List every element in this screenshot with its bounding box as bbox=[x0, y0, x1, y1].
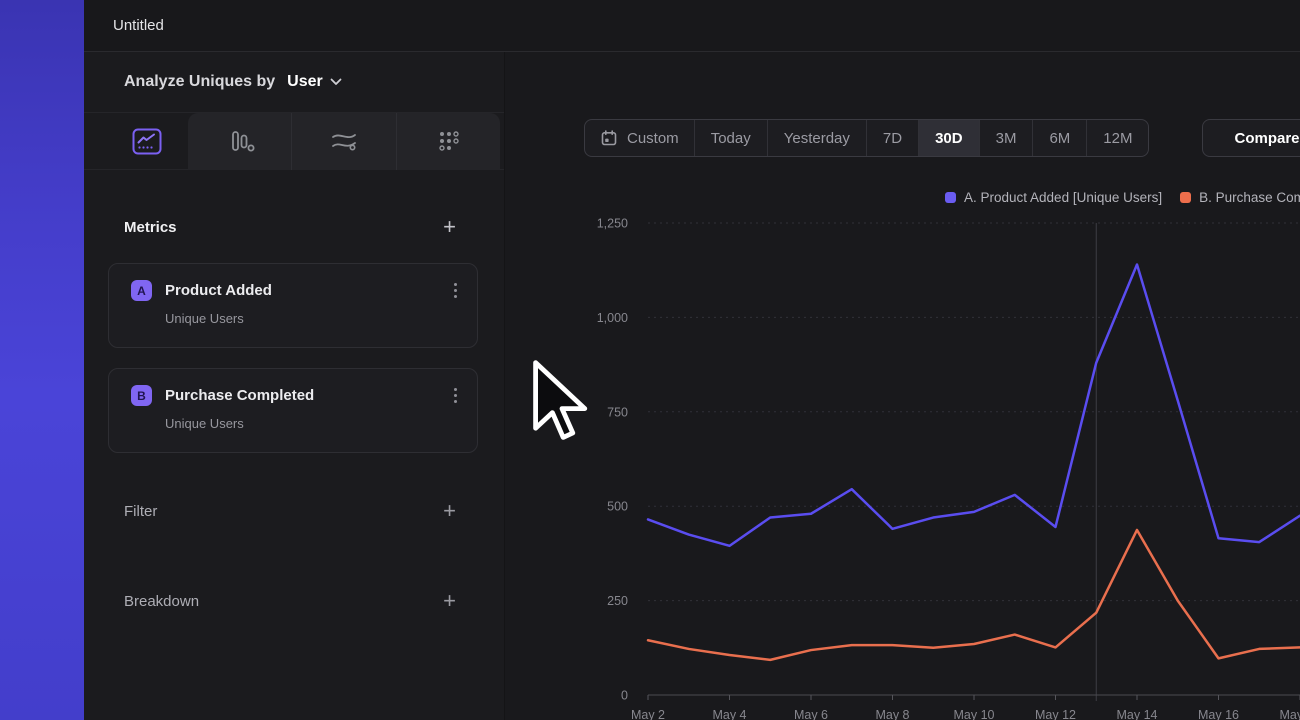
kebab-menu-icon[interactable] bbox=[452, 384, 459, 407]
add-metric-button[interactable]: + bbox=[443, 216, 456, 238]
range-12m[interactable]: 12M bbox=[1086, 120, 1148, 156]
document-title[interactable]: Untitled bbox=[113, 17, 164, 34]
metric-card[interactable]: B Purchase Completed Unique Users bbox=[108, 368, 478, 453]
svg-text:May 16: May 16 bbox=[1198, 708, 1239, 720]
metrics-label: Metrics bbox=[124, 219, 177, 236]
svg-text:May 14: May 14 bbox=[1117, 708, 1158, 720]
svg-text:May 10: May 10 bbox=[954, 708, 995, 720]
tab-flows[interactable] bbox=[291, 113, 395, 170]
svg-text:250: 250 bbox=[607, 594, 628, 608]
range-30d[interactable]: 30D bbox=[918, 120, 979, 156]
calendar-icon bbox=[600, 129, 618, 147]
chart-plot[interactable]: 0 250 500 750 1,000 1,250 May 2 May 4 May 6 May 8… bbox=[505, 170, 1300, 720]
tab-retention[interactable] bbox=[396, 113, 500, 170]
date-range-segmented-control: Custom Today Yesterday 7D 30D 3M 6M 12M bbox=[584, 119, 1149, 157]
breakdown-header: Breakdown + bbox=[84, 586, 504, 616]
range-yesterday[interactable]: Yesterday bbox=[767, 120, 866, 156]
left-gradient-strip bbox=[0, 0, 84, 720]
svg-text:May 6: May 6 bbox=[794, 708, 828, 720]
svg-text:1,000: 1,000 bbox=[597, 311, 628, 325]
tab-strip bbox=[188, 113, 500, 170]
svg-text:May 8: May 8 bbox=[875, 708, 909, 720]
metric-badge: B bbox=[131, 385, 152, 406]
svg-text:1,250: 1,250 bbox=[597, 217, 628, 231]
dots-grid-icon bbox=[433, 128, 463, 155]
range-custom[interactable]: Custom bbox=[585, 120, 694, 156]
metric-title: Product Added bbox=[165, 282, 272, 299]
add-filter-button[interactable]: + bbox=[443, 500, 456, 522]
metrics-header: Metrics + bbox=[84, 212, 504, 242]
kebab-menu-icon[interactable] bbox=[452, 279, 459, 302]
analyze-entity-value: User bbox=[287, 73, 323, 91]
filter-label: Filter bbox=[124, 503, 157, 520]
app-window: Untitled Analyze Uniques by User bbox=[0, 0, 1300, 720]
topbar: Untitled bbox=[84, 0, 1300, 52]
svg-text:May 18: May 18 bbox=[1280, 708, 1300, 720]
breakdown-label: Breakdown bbox=[124, 593, 199, 610]
range-label: 6M bbox=[1049, 130, 1070, 147]
svg-text:750: 750 bbox=[607, 405, 628, 419]
range-label: 30D bbox=[935, 130, 963, 147]
metric-card[interactable]: A Product Added Unique Users bbox=[108, 263, 478, 348]
svg-text:May 4: May 4 bbox=[712, 708, 746, 720]
range-3m[interactable]: 3M bbox=[979, 120, 1033, 156]
filter-header: Filter + bbox=[84, 496, 504, 526]
chevron-down-icon bbox=[330, 78, 342, 86]
range-label: 12M bbox=[1103, 130, 1132, 147]
range-label: 7D bbox=[883, 130, 902, 147]
flows-icon bbox=[329, 128, 359, 155]
analyze-row: Analyze Uniques by User bbox=[84, 52, 504, 113]
line-chart-icon bbox=[132, 128, 162, 155]
range-6m[interactable]: 6M bbox=[1032, 120, 1086, 156]
bar-chart-icon bbox=[225, 128, 255, 155]
analyze-entity-dropdown[interactable]: User bbox=[287, 73, 342, 91]
range-today[interactable]: Today bbox=[694, 120, 767, 156]
metric-badge: A bbox=[131, 280, 152, 301]
analyze-label: Analyze Uniques by bbox=[124, 73, 275, 91]
range-label: Custom bbox=[627, 130, 679, 147]
chart-type-tabs bbox=[84, 113, 504, 170]
metric-title: Purchase Completed bbox=[165, 387, 314, 404]
tab-bar-chart[interactable] bbox=[188, 113, 291, 170]
metric-subtitle: Unique Users bbox=[165, 311, 459, 326]
range-7d[interactable]: 7D bbox=[866, 120, 918, 156]
range-label: Today bbox=[711, 130, 751, 147]
range-label: Yesterday bbox=[784, 130, 850, 147]
svg-text:May 12: May 12 bbox=[1035, 708, 1076, 720]
svg-text:0: 0 bbox=[621, 689, 628, 703]
svg-text:500: 500 bbox=[607, 500, 628, 514]
sidebar: Analyze Uniques by User bbox=[84, 52, 505, 720]
svg-text:May 2: May 2 bbox=[631, 708, 665, 720]
compare-button[interactable]: Compare bbox=[1202, 119, 1300, 157]
tab-line-chart[interactable] bbox=[108, 113, 186, 170]
add-breakdown-button[interactable]: + bbox=[443, 590, 456, 612]
metric-subtitle: Unique Users bbox=[165, 416, 459, 431]
range-label: 3M bbox=[996, 130, 1017, 147]
